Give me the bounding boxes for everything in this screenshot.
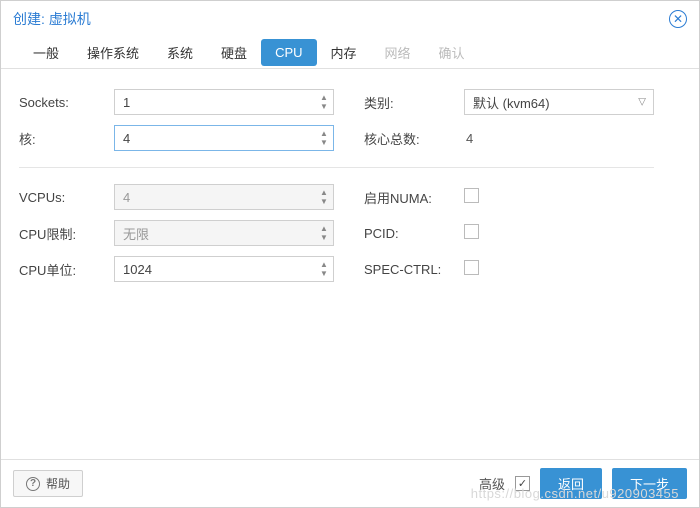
vcpus-input[interactable] <box>114 184 334 210</box>
cores-stepper[interactable]: ▲▼ <box>318 127 330 149</box>
close-icon[interactable]: ✕ <box>669 10 687 28</box>
numa-label: 启用NUMA: <box>364 188 464 207</box>
advanced-label: 高级 <box>479 474 505 493</box>
type-label: 类别: <box>364 93 464 112</box>
cores-field[interactable]: ▲▼ <box>114 125 334 151</box>
footer: ? 帮助 高级 ✓ 返回 下一步 <box>1 459 699 507</box>
cpuunit-label: CPU单位: <box>19 260 114 279</box>
vcpus-stepper[interactable]: ▲▼ <box>318 186 330 208</box>
dialog-create-vm: 创建: 虚拟机 ✕ 一般 操作系统 系统 硬盘 CPU 内存 网络 确认 Soc… <box>0 0 700 508</box>
cpulimit-field[interactable]: ▲▼ <box>114 220 334 246</box>
sockets-label: Sockets: <box>19 95 114 110</box>
totalcores-value: 4 <box>464 131 654 146</box>
cpulimit-input[interactable] <box>114 220 334 246</box>
type-combo[interactable]: ▽ <box>464 89 654 115</box>
type-input[interactable] <box>464 89 654 115</box>
back-button[interactable]: 返回 <box>540 468 602 499</box>
vcpus-label: VCPUs: <box>19 190 114 205</box>
tab-disk[interactable]: 硬盘 <box>207 37 261 68</box>
cpulimit-label: CPU限制: <box>19 224 114 243</box>
divider <box>19 167 654 168</box>
totalcores-label: 核心总数: <box>364 129 464 148</box>
specctrl-checkbox[interactable] <box>464 260 479 275</box>
tab-network: 网络 <box>371 37 425 68</box>
pcid-checkbox[interactable] <box>464 224 479 239</box>
specctrl-label: SPEC-CTRL: <box>364 262 464 277</box>
tab-general[interactable]: 一般 <box>19 37 73 68</box>
cpuunit-input[interactable] <box>114 256 334 282</box>
titlebar: 创建: 虚拟机 ✕ <box>1 1 699 37</box>
sockets-field[interactable]: ▲▼ <box>114 89 334 115</box>
help-label: 帮助 <box>46 475 70 492</box>
tab-panel-cpu: Sockets: ▲▼ 类别: ▽ 核: ▲▼ 核心总数: 4 VCPUs: <box>1 69 699 459</box>
help-button[interactable]: ? 帮助 <box>13 470 83 497</box>
tab-memory[interactable]: 内存 <box>317 37 371 68</box>
advanced-checkbox[interactable]: ✓ <box>515 476 530 491</box>
pcid-label: PCID: <box>364 226 464 241</box>
vcpus-field[interactable]: ▲▼ <box>114 184 334 210</box>
help-icon: ? <box>26 477 40 491</box>
tab-system[interactable]: 系统 <box>153 37 207 68</box>
dialog-title: 创建: 虚拟机 <box>13 9 91 29</box>
cpulimit-stepper[interactable]: ▲▼ <box>318 222 330 244</box>
cpuunit-stepper[interactable]: ▲▼ <box>318 258 330 280</box>
cores-label: 核: <box>19 129 114 148</box>
cpuunit-field[interactable]: ▲▼ <box>114 256 334 282</box>
cores-input[interactable] <box>114 125 334 151</box>
sockets-stepper[interactable]: ▲▼ <box>318 91 330 113</box>
tab-os[interactable]: 操作系统 <box>73 37 153 68</box>
tab-bar: 一般 操作系统 系统 硬盘 CPU 内存 网络 确认 <box>1 37 699 69</box>
chevron-down-icon: ▽ <box>638 97 646 108</box>
next-button[interactable]: 下一步 <box>612 468 687 499</box>
numa-checkbox[interactable] <box>464 188 479 203</box>
sockets-input[interactable] <box>114 89 334 115</box>
tab-cpu[interactable]: CPU <box>261 39 316 66</box>
tab-confirm: 确认 <box>425 37 479 68</box>
